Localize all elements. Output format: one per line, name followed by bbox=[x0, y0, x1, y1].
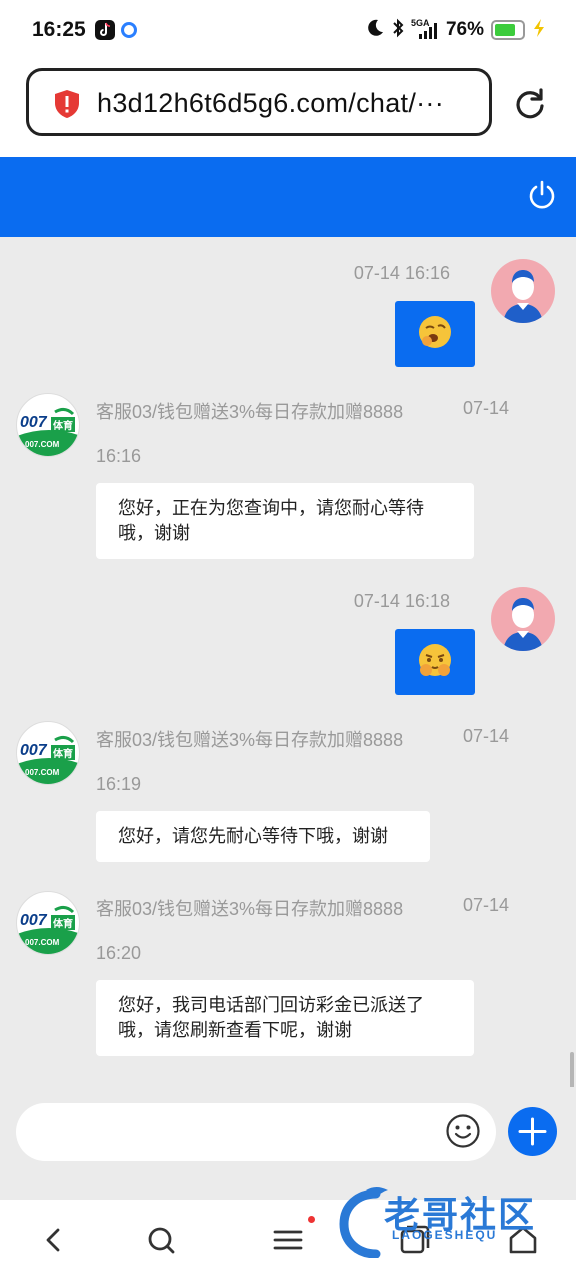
agent-logo-text: 007 bbox=[20, 742, 47, 759]
message-bubble[interactable]: 您好，请您先耐心等待下哦，谢谢 bbox=[96, 811, 430, 862]
agent-logo-suffix: 体育 bbox=[51, 745, 75, 760]
agent-logo-suffix: 体育 bbox=[51, 915, 75, 930]
avatar: 007 体育 007.COM bbox=[16, 891, 80, 955]
avatar: 007 体育 007.COM bbox=[16, 393, 80, 457]
avatar: 007 体育 007.COM bbox=[16, 721, 80, 785]
agent-name: 客服03/钱包赠送3%每日存款加赠8888 bbox=[96, 730, 404, 750]
message-bubble[interactable] bbox=[395, 629, 475, 695]
message-bubble[interactable]: 您好，正在为您查询中，请您耐心等待哦，谢谢 bbox=[96, 483, 474, 559]
message-input[interactable] bbox=[16, 1103, 496, 1161]
message-date: 07-14 bbox=[463, 895, 510, 915]
agent-logo-text: 007 bbox=[20, 912, 47, 929]
warning-shield-icon[interactable] bbox=[53, 89, 81, 124]
watermark-logo: 老哥社区 LAOGESHEQU bbox=[336, 1182, 568, 1262]
message-date: 07-14 bbox=[463, 726, 510, 746]
url-text[interactable]: h3d12h6t6d5g6.com/chat/··· bbox=[97, 88, 444, 119]
agent-logo-text: 007 bbox=[20, 414, 47, 431]
agent-name: 客服03/钱包赠送3%每日存款加赠8888 bbox=[96, 402, 404, 422]
message-timestamp: 07-14 16:18 bbox=[353, 591, 450, 611]
status-bar: 16:25 5GA 76% bbox=[0, 0, 576, 60]
chat-header bbox=[0, 157, 576, 237]
battery-percent: 76% bbox=[445, 19, 484, 40]
charging-icon bbox=[532, 18, 546, 43]
back-icon[interactable] bbox=[36, 1222, 72, 1258]
tiktok-icon bbox=[95, 20, 115, 40]
message-bubble[interactable] bbox=[395, 301, 475, 367]
chat-messages[interactable]: 07-14 16:16 007 体育 007.COM 客服03/钱包赠送3%每日… bbox=[0, 237, 576, 1280]
pleading-face-emoji bbox=[417, 642, 453, 683]
app-icon bbox=[121, 22, 137, 38]
moon-icon bbox=[365, 18, 385, 43]
message-timestamp: 07-14 16:16 bbox=[353, 263, 450, 283]
address-bar[interactable]: h3d12h6t6d5g6.com/chat/··· bbox=[26, 68, 492, 136]
message-time: 16:20 bbox=[96, 943, 142, 963]
smiley-icon[interactable] bbox=[445, 1113, 481, 1149]
signal-icon: 5GA bbox=[411, 19, 439, 41]
search-icon[interactable] bbox=[143, 1222, 179, 1258]
plus-icon[interactable] bbox=[508, 1107, 557, 1156]
battery-icon bbox=[491, 20, 525, 40]
reload-icon[interactable] bbox=[512, 86, 548, 127]
notification-dot bbox=[308, 1216, 315, 1223]
message-time: 16:16 bbox=[96, 446, 142, 466]
yawning-face-emoji bbox=[417, 314, 453, 355]
watermark-subtext: LAOGESHEQU bbox=[392, 1228, 498, 1242]
status-time: 16:25 bbox=[32, 18, 86, 41]
bluetooth-icon bbox=[392, 18, 404, 43]
message-bubble[interactable]: 您好，我司电话部门回访彩金已派送了哦，请您刷新查看下呢，谢谢 bbox=[96, 980, 474, 1056]
agent-logo-domain: 007.COM bbox=[25, 440, 60, 449]
status-indicators: 5GA 76% bbox=[365, 18, 546, 42]
agent-logo-suffix: 体育 bbox=[51, 417, 75, 432]
menu-icon[interactable] bbox=[270, 1222, 306, 1258]
agent-logo-domain: 007.COM bbox=[25, 768, 60, 777]
power-icon[interactable] bbox=[526, 179, 558, 211]
message-date: 07-14 bbox=[463, 398, 510, 418]
agent-logo-domain: 007.COM bbox=[25, 938, 60, 947]
avatar bbox=[491, 587, 555, 651]
message-time: 16:19 bbox=[96, 774, 142, 794]
avatar bbox=[491, 259, 555, 323]
agent-name: 客服03/钱包赠送3%每日存款加赠8888 bbox=[96, 899, 404, 919]
